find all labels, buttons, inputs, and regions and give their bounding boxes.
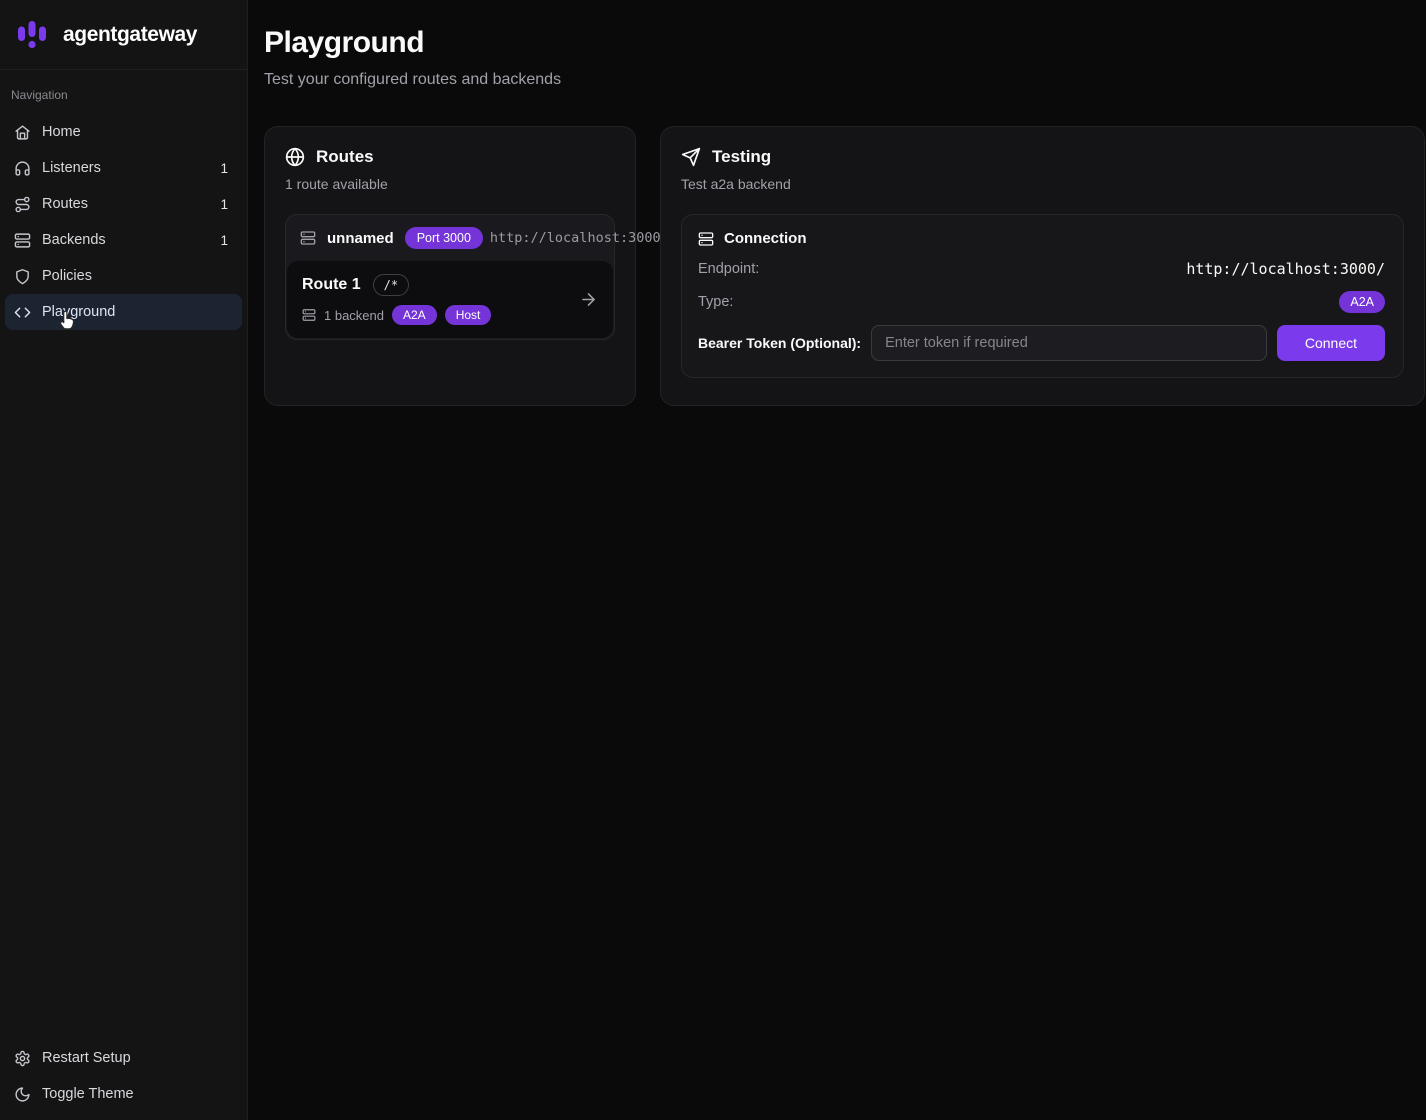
route-name: Route 1 xyxy=(302,276,361,294)
bearer-token-row: Bearer Token (Optional): Connect xyxy=(698,325,1385,361)
routes-card-title: Routes xyxy=(316,147,374,167)
page-title: Playground xyxy=(264,26,1426,60)
agentgateway-logo-icon xyxy=(14,17,50,53)
brand-title: agentgateway xyxy=(63,23,197,47)
route-info: Route 1 /* 1 backend A2A Host xyxy=(302,274,491,325)
sidebar-item-label: Backends xyxy=(42,232,106,248)
port-badge: Port 3000 xyxy=(405,227,483,249)
sidebar-footer: Restart Setup Toggle Theme xyxy=(0,1034,247,1120)
nav-section-label: Navigation xyxy=(5,82,242,114)
server-icon xyxy=(302,308,316,322)
sidebar-item-backends[interactable]: Backends 1 xyxy=(5,222,242,258)
home-icon xyxy=(14,124,31,141)
brand: agentgateway xyxy=(0,0,247,70)
connect-button[interactable]: Connect xyxy=(1277,325,1385,361)
endpoint-label: Endpoint: xyxy=(698,261,759,277)
main-content: Playground Test your configured routes a… xyxy=(248,0,1426,1120)
endpoint-row: Endpoint: http://localhost:3000/ xyxy=(698,260,1385,278)
endpoint-value: http://localhost:3000/ xyxy=(1186,260,1385,278)
server-icon xyxy=(698,231,714,247)
moon-icon xyxy=(14,1086,31,1103)
code-icon xyxy=(14,304,31,321)
routes-card-header: Routes xyxy=(285,147,615,167)
sidebar-item-policies[interactable]: Policies xyxy=(5,258,242,294)
globe-icon xyxy=(285,147,305,167)
sidebar-item-label: Policies xyxy=(42,268,92,284)
sidebar-item-listeners[interactable]: Listeners 1 xyxy=(5,150,242,186)
sidebar-nav: Navigation Home Listeners 1 Routes 1 xyxy=(0,70,247,330)
sidebar-item-label: Home xyxy=(42,124,81,140)
testing-card-header: Testing xyxy=(681,147,1404,167)
type-row: Type: A2A xyxy=(698,291,1385,313)
route-badge-host: Host xyxy=(445,305,492,325)
restart-setup-label: Restart Setup xyxy=(42,1050,131,1066)
bearer-token-label: Bearer Token (Optional): xyxy=(698,335,861,351)
routes-card: Routes 1 route available unnamed Port 30… xyxy=(264,126,636,406)
sidebar-item-home[interactable]: Home xyxy=(5,114,242,150)
sidebar-item-label: Routes xyxy=(42,196,88,212)
listener-group: unnamed Port 3000 http://localhost:3000/… xyxy=(285,214,615,340)
sidebar-item-label: Listeners xyxy=(42,160,101,176)
listeners-count: 1 xyxy=(220,161,233,176)
testing-card-title: Testing xyxy=(712,147,771,167)
sidebar-item-routes[interactable]: Routes 1 xyxy=(5,186,242,222)
arrow-right-icon xyxy=(579,290,598,309)
testing-card-subtitle: Test a2a backend xyxy=(681,176,1404,192)
server-icon xyxy=(300,230,316,246)
cards-grid: Routes 1 route available unnamed Port 30… xyxy=(264,126,1426,406)
testing-card: Testing Test a2a backend Connection Endp… xyxy=(660,126,1425,406)
listener-name: unnamed xyxy=(327,230,394,247)
sidebar-item-playground[interactable]: Playground xyxy=(5,294,242,330)
listener-row: unnamed Port 3000 http://localhost:3000/ xyxy=(286,215,614,261)
routes-count: 1 xyxy=(220,197,233,212)
gear-icon xyxy=(14,1050,31,1067)
sidebar: agentgateway Navigation Home Listeners 1… xyxy=(0,0,248,1120)
shield-icon xyxy=(14,268,31,285)
restart-setup-button[interactable]: Restart Setup xyxy=(5,1040,242,1076)
routes-card-subtitle: 1 route available xyxy=(285,176,615,192)
sidebar-item-label: Playground xyxy=(42,304,115,320)
backends-count: 1 xyxy=(220,233,233,248)
listener-url: http://localhost:3000/ xyxy=(490,230,669,246)
route-backend-count: 1 backend xyxy=(324,308,384,323)
type-label: Type: xyxy=(698,294,733,310)
bearer-token-input[interactable] xyxy=(871,325,1267,361)
route-icon xyxy=(14,196,31,213)
route-list-item[interactable]: Route 1 /* 1 backend A2A Host xyxy=(287,261,613,338)
server-icon xyxy=(14,232,31,249)
page-subtitle: Test your configured routes and backends xyxy=(264,71,1426,89)
toggle-theme-label: Toggle Theme xyxy=(42,1086,134,1102)
toggle-theme-button[interactable]: Toggle Theme xyxy=(5,1076,242,1112)
connection-title: Connection xyxy=(724,230,807,247)
connection-panel: Connection Endpoint: http://localhost:30… xyxy=(681,214,1404,378)
route-path-chip: /* xyxy=(373,274,409,296)
headphones-icon xyxy=(14,160,31,177)
type-badge: A2A xyxy=(1339,291,1385,313)
send-icon xyxy=(681,147,701,167)
route-badge-a2a: A2A xyxy=(392,305,437,325)
connection-title-row: Connection xyxy=(698,230,1385,247)
